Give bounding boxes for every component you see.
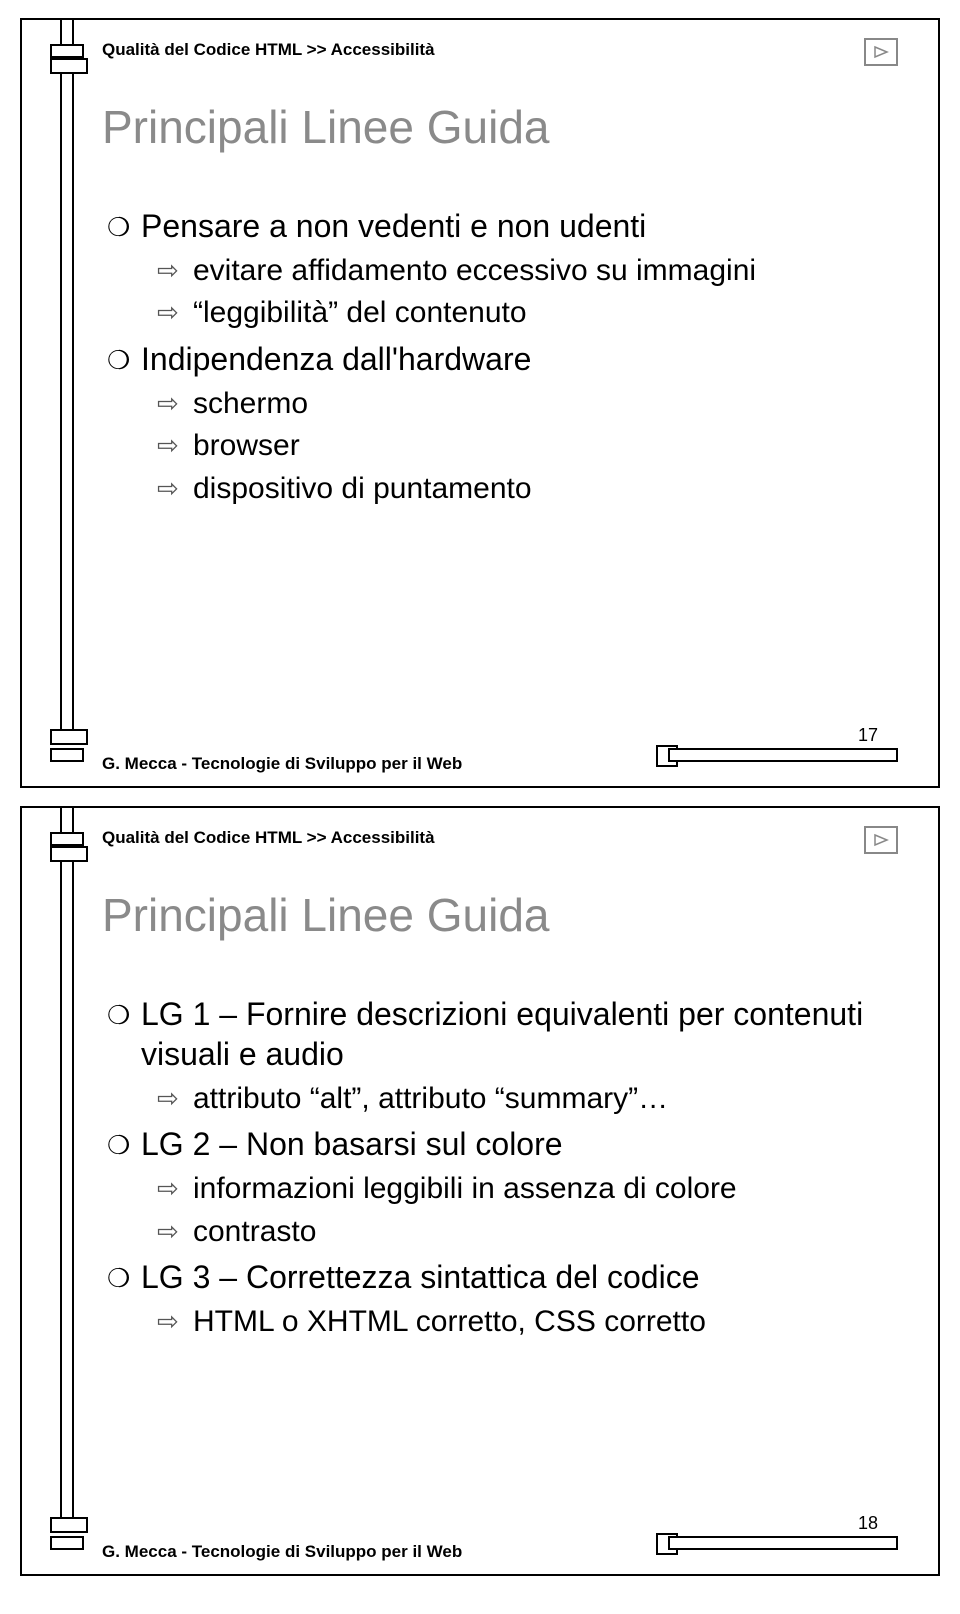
list-item: ⇨attributo “alt”, attributo “summary”… bbox=[157, 1080, 898, 1118]
list-item: ⇨dispositivo di puntamento bbox=[157, 470, 898, 508]
slide-content: ❍LG 1 – Fornire descrizioni equivalenti … bbox=[107, 988, 898, 1346]
slide: Qualità del Codice HTML >> Accessibilità… bbox=[20, 18, 940, 788]
arrow-right-icon: ⇨ bbox=[157, 429, 193, 462]
list-item: ⇨browser bbox=[157, 427, 898, 465]
footer-text: G. Mecca - Tecnologie di Sviluppo per il… bbox=[102, 1542, 462, 1562]
list-item: ❍Indipendenza dall'hardware bbox=[107, 339, 898, 379]
item-text: HTML o XHTML corretto, CSS corretto bbox=[193, 1305, 706, 1338]
item-text: LG 3 – Correttezza sintattica del codice bbox=[141, 1259, 700, 1295]
item-text: contrasto bbox=[193, 1215, 316, 1248]
arrow-right-icon: ⇨ bbox=[157, 296, 193, 329]
slide-nav-icon bbox=[864, 38, 898, 66]
item-text: Indipendenza dall'hardware bbox=[141, 341, 531, 377]
footer-text: G. Mecca - Tecnologie di Sviluppo per il… bbox=[102, 754, 462, 774]
list-item: ⇨“leggibilità” del contenuto bbox=[157, 294, 898, 332]
list-item: ⇨evitare affidamento eccessivo su immagi… bbox=[157, 252, 898, 290]
list-item: ❍LG 1 – Fornire descrizioni equivalenti … bbox=[107, 994, 898, 1074]
arrow-right-icon: ⇨ bbox=[157, 254, 193, 287]
list-item: ❍Pensare a non vedenti e non udenti bbox=[107, 206, 898, 246]
item-text: schermo bbox=[193, 387, 308, 420]
arrow-right-icon: ⇨ bbox=[157, 472, 193, 505]
item-text: attributo “alt”, attributo “summary”… bbox=[193, 1082, 668, 1115]
item-text: “leggibilità” del contenuto bbox=[193, 296, 527, 329]
breadcrumb: Qualità del Codice HTML >> Accessibilità bbox=[102, 828, 435, 848]
item-text: dispositivo di puntamento bbox=[193, 472, 532, 505]
header-decor bbox=[50, 44, 84, 58]
circle-bullet-icon: ❍ bbox=[107, 999, 141, 1032]
circle-bullet-icon: ❍ bbox=[107, 1129, 141, 1162]
item-text: browser bbox=[193, 429, 300, 462]
item-text: informazioni leggibili in assenza di col… bbox=[193, 1172, 737, 1205]
page-number: 17 bbox=[858, 725, 878, 746]
slide-nav-icon bbox=[864, 826, 898, 854]
slide-title: Principali Linee Guida bbox=[102, 100, 550, 154]
breadcrumb: Qualità del Codice HTML >> Accessibilità bbox=[102, 40, 435, 60]
page-number: 18 bbox=[858, 1513, 878, 1534]
arrow-right-icon: ⇨ bbox=[157, 1172, 193, 1205]
circle-bullet-icon: ❍ bbox=[107, 211, 141, 244]
list-item: ⇨contrasto bbox=[157, 1213, 898, 1251]
item-text: LG 2 – Non basarsi sul colore bbox=[141, 1126, 563, 1162]
slide: Qualità del Codice HTML >> Accessibilità… bbox=[20, 806, 940, 1576]
footer-decor bbox=[50, 748, 84, 762]
spine-decor bbox=[60, 853, 74, 1526]
item-text: LG 1 – Fornire descrizioni equivalenti p… bbox=[141, 996, 863, 1072]
arrow-right-icon: ⇨ bbox=[157, 1305, 193, 1338]
slide-title: Principali Linee Guida bbox=[102, 888, 550, 942]
footer-decor bbox=[668, 1536, 898, 1550]
circle-bullet-icon: ❍ bbox=[107, 344, 141, 377]
footer-decor bbox=[668, 748, 898, 762]
list-item: ⇨HTML o XHTML corretto, CSS corretto bbox=[157, 1303, 898, 1341]
footer-decor bbox=[50, 1536, 84, 1550]
item-text: evitare affidamento eccessivo su immagin… bbox=[193, 254, 756, 287]
list-item: ❍LG 3 – Correttezza sintattica del codic… bbox=[107, 1257, 898, 1297]
list-item: ❍LG 2 – Non basarsi sul colore bbox=[107, 1124, 898, 1164]
spine-decor bbox=[60, 65, 74, 738]
item-text: Pensare a non vedenti e non udenti bbox=[141, 208, 646, 244]
circle-bullet-icon: ❍ bbox=[107, 1262, 141, 1295]
list-item: ⇨informazioni leggibili in assenza di co… bbox=[157, 1170, 898, 1208]
arrow-right-icon: ⇨ bbox=[157, 387, 193, 420]
arrow-right-icon: ⇨ bbox=[157, 1215, 193, 1248]
list-item: ⇨schermo bbox=[157, 385, 898, 423]
header-decor bbox=[50, 832, 84, 846]
slide-content: ❍Pensare a non vedenti e non udenti ⇨evi… bbox=[107, 200, 898, 512]
arrow-right-icon: ⇨ bbox=[157, 1082, 193, 1115]
